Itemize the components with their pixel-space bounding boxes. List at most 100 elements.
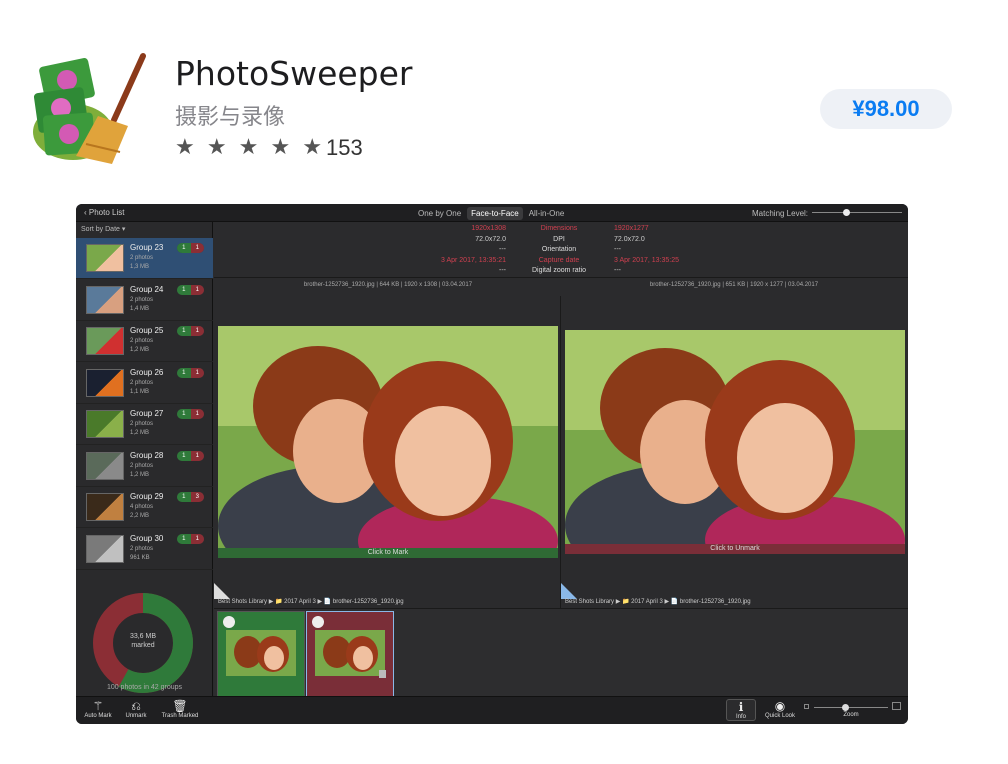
right-photo[interactable]: Click to Unmark [565, 330, 905, 554]
matching-level-label: Matching Level: [752, 209, 809, 218]
zoom-slider-track[interactable] [814, 707, 888, 708]
badge-keep-count: 1 [177, 326, 191, 336]
exif-left-value: --- [499, 267, 506, 274]
group-row[interactable]: Group 28 2 photos 1,2 MB 11 [76, 446, 213, 487]
badge-marked-count: 1 [190, 243, 204, 253]
group-size: 1,2 MB [130, 430, 150, 436]
exif-right-value: 1920x1277 [614, 225, 649, 232]
trash-label: Trash Marked [161, 713, 199, 719]
info-label: Info [735, 714, 746, 720]
group-thumbnail [86, 451, 124, 480]
group-thumbnail [86, 534, 124, 563]
rating-stars: ★ ★ ★ ★ ★ [175, 134, 326, 159]
trash-marked-button[interactable]: 🗑 Trash Marked [158, 699, 202, 719]
price-button[interactable]: ¥98.00 [820, 89, 952, 129]
photo-count: 100 photos in 42 groups [106, 684, 183, 691]
badge-marked-count: 1 [190, 450, 204, 461]
auto-mark-label: Auto Mark [84, 713, 112, 719]
group-name: Group 27 [130, 409, 164, 418]
mode-all-in-one[interactable]: All-in-One [525, 207, 569, 220]
group-name: Group 26 [130, 367, 164, 377]
info-button[interactable]: ℹ Info [726, 699, 756, 721]
right-file-header: brother-1252736_1920.jpg | 651 KB | 1920… [649, 282, 819, 288]
exif-label: Orientation [541, 246, 577, 253]
unmark-label: Unmark [125, 713, 147, 719]
badge-marked-count: 1 [190, 326, 204, 336]
badge-marked-count: 1 [190, 409, 204, 419]
group-photo-count: 2 photos [130, 255, 154, 261]
marked-donut-chart: 33,6 MB marked [90, 590, 196, 696]
eye-icon: ◉ [774, 699, 786, 713]
click-to-mark-bar[interactable]: Click to Mark [218, 548, 558, 558]
group-thumbnail [86, 327, 124, 355]
app-title: PhotoSweeper [175, 54, 413, 93]
right-file-path[interactable]: Best Shots Library ▶ 📁 2017 April 3 ▶ 📄 … [565, 598, 751, 605]
click-to-unmark-bar[interactable]: Click to Unmark [565, 544, 905, 554]
exif-left-value: 3 Apr 2017, 13:35:21 [441, 256, 506, 264]
marked-size: 33,6 MB [129, 633, 157, 640]
group-name: Group 24 [130, 284, 164, 294]
app-screenshot: ‹ Photo List One by One Face-to-Face All… [76, 204, 908, 724]
zoom-label: Zoom [843, 712, 859, 718]
view-mode-segmented: One by One Face-to-Face All-in-One [414, 207, 568, 220]
left-photo[interactable]: Click to Mark [218, 326, 558, 558]
exif-compare-table: 1920x1308 Dimensions 1920x1277 72.0x72.0 DPI… [214, 222, 908, 278]
quick-look-button[interactable]: ◉ Quick Look [760, 699, 800, 719]
left-file-path[interactable]: Best Shots Library ▶ 📁 2017 April 3 ▶ 📄 … [218, 598, 404, 605]
group-photo-count: 2 photos [130, 296, 154, 303]
exif-right-value: --- [614, 267, 621, 274]
badge-keep-count: 1 [177, 492, 191, 502]
badge-keep-count: 1 [177, 284, 191, 295]
matching-level-knob[interactable] [843, 209, 850, 216]
back-button[interactable]: ‹ Photo List [84, 208, 124, 217]
pane-divider[interactable] [560, 296, 561, 608]
exif-label: DPI [553, 235, 565, 243]
back-label: Photo List [88, 208, 125, 217]
group-row[interactable]: Group 26 2 photos 1,1 MB 11 [76, 363, 213, 404]
quick-look-label: Quick Look [764, 713, 795, 719]
right-pane-corner [561, 583, 577, 599]
left-file-header: brother-1252736_1920.jpg | 644 KB | 1920… [303, 282, 473, 288]
filmstrip [214, 608, 908, 697]
unmark-button[interactable]: ⎌ Unmark [116, 699, 156, 719]
exif-left-value: 1920x1308 [471, 225, 506, 232]
group-thumbnail [86, 410, 124, 438]
group-badge: 11 [177, 284, 204, 295]
group-badge: 11 [177, 450, 204, 461]
group-row[interactable]: Group 30 2 photos 961 KB 11 [76, 529, 213, 570]
mode-one-by-one[interactable]: One by One [414, 207, 465, 220]
bottom-toolbar: ⚚ Auto Mark ⎌ Unmark 🗑 Trash Marked ℹ Info ◉… [76, 696, 908, 724]
group-name: Group 30 [130, 533, 164, 543]
group-name: Group 28 [130, 450, 164, 460]
badge-keep-count: 1 [177, 243, 191, 253]
group-row[interactable]: Group 24 2 photos 1,4 MB 11 [76, 280, 213, 321]
film-thumb-1[interactable] [217, 611, 305, 697]
badge-keep-count: 1 [177, 450, 191, 461]
exif-left-value: --- [499, 246, 506, 253]
zoom-slider-knob[interactable] [842, 704, 849, 711]
sort-dropdown[interactable]: Sort by Date ▾ [81, 225, 125, 233]
group-row[interactable]: Group 29 4 photos 2,2 MB 13 [76, 487, 213, 528]
auto-mark-button[interactable]: ⚚ Auto Mark [78, 699, 118, 719]
mode-face-to-face[interactable]: Face-to-Face [467, 207, 523, 220]
group-photo-count: 2 photos [130, 462, 154, 469]
badge-marked-count: 1 [190, 367, 204, 378]
zoom-large-icon [892, 702, 901, 710]
group-name: Group 23 [130, 243, 164, 252]
group-thumbnail [86, 493, 124, 521]
zoom-small-icon [804, 704, 809, 709]
exif-right-value: 72.0x72.0 [614, 235, 645, 243]
group-size: 1,2 MB [130, 347, 150, 353]
film-thumb-2[interactable] [306, 611, 394, 697]
trash-icon: 🗑 [172, 699, 188, 713]
group-badge: 11 [177, 243, 204, 253]
group-row[interactable]: Group 27 2 photos 1,2 MB 11 [76, 404, 213, 445]
group-row[interactable]: Group 25 2 photos 1,2 MB 11 [76, 321, 213, 362]
group-photo-count: 4 photos [130, 504, 154, 510]
app-category[interactable]: 摄影与录像 [175, 99, 285, 131]
photo-image [565, 330, 905, 554]
info-icon: ℹ [738, 700, 744, 714]
matching-level-track[interactable] [812, 212, 902, 213]
exif-right-value: 3 Apr 2017, 13:35:25 [614, 256, 679, 264]
group-row[interactable]: Group 23 2 photos 1,3 MB 11 [76, 238, 213, 279]
